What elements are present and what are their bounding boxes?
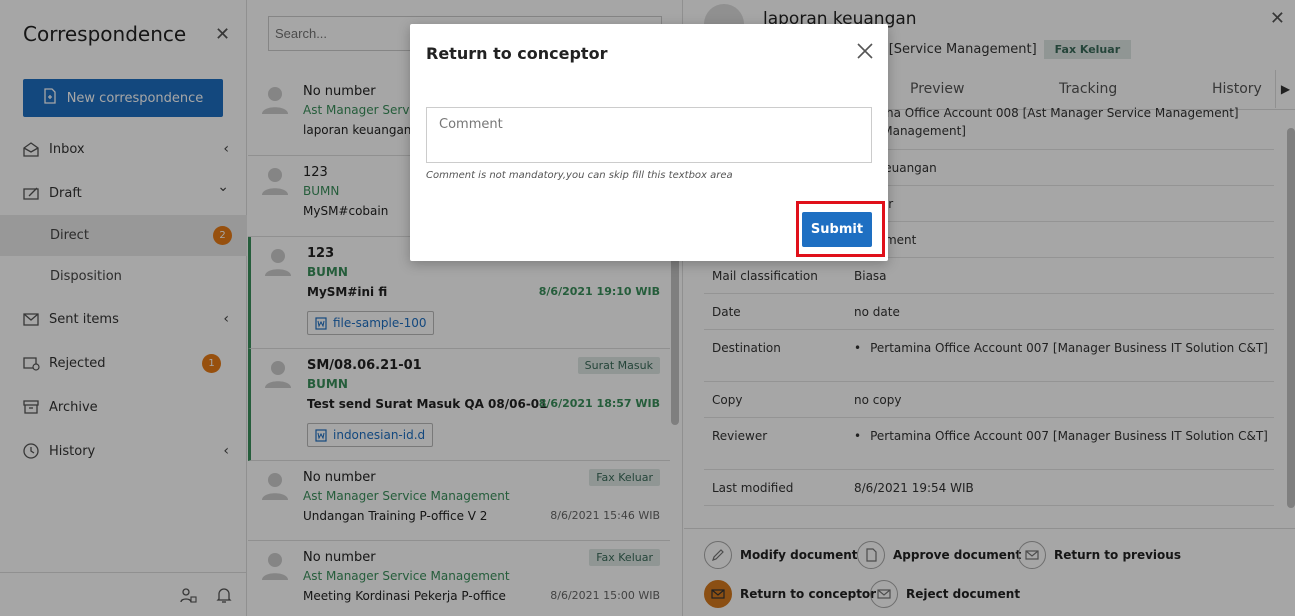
dialog-title: Return to conceptor	[426, 44, 608, 63]
close-icon[interactable]	[856, 42, 874, 60]
comment-field[interactable]	[426, 107, 872, 163]
comment-hint: Comment is not mandatory,you can skip fi…	[426, 170, 733, 181]
submit-button[interactable]: Submit	[802, 212, 872, 247]
return-to-conceptor-dialog: Return to conceptor Comment is not manda…	[410, 24, 888, 261]
